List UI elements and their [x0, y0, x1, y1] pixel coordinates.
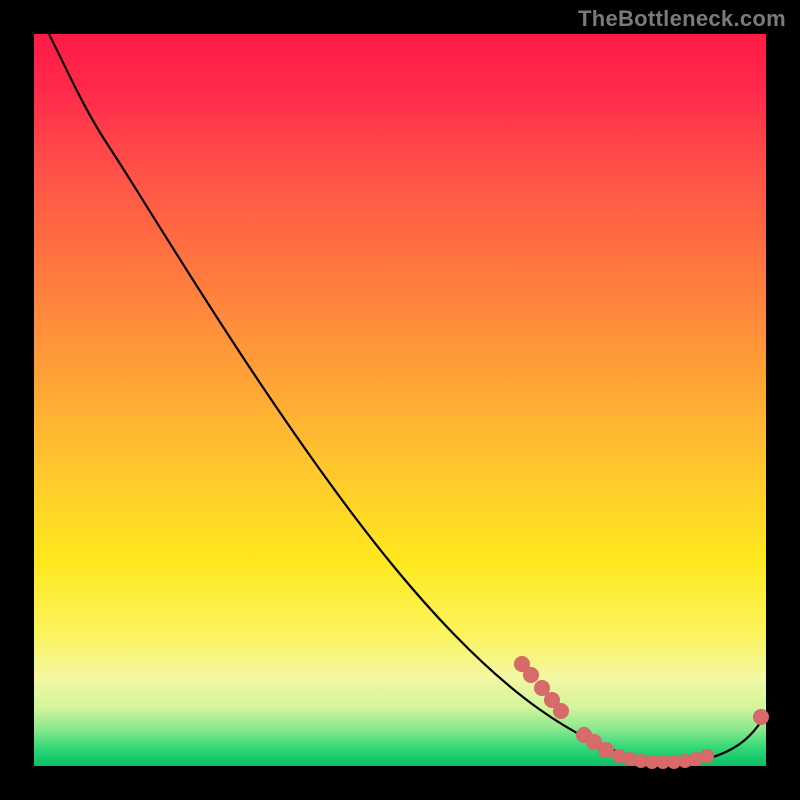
bottleneck-curve [49, 34, 766, 763]
marker-dots [514, 656, 769, 769]
plot-area [34, 34, 766, 766]
watermark-text: TheBottleneck.com [578, 6, 786, 32]
chart-container: TheBottleneck.com [0, 0, 800, 800]
curve-svg [34, 34, 766, 766]
